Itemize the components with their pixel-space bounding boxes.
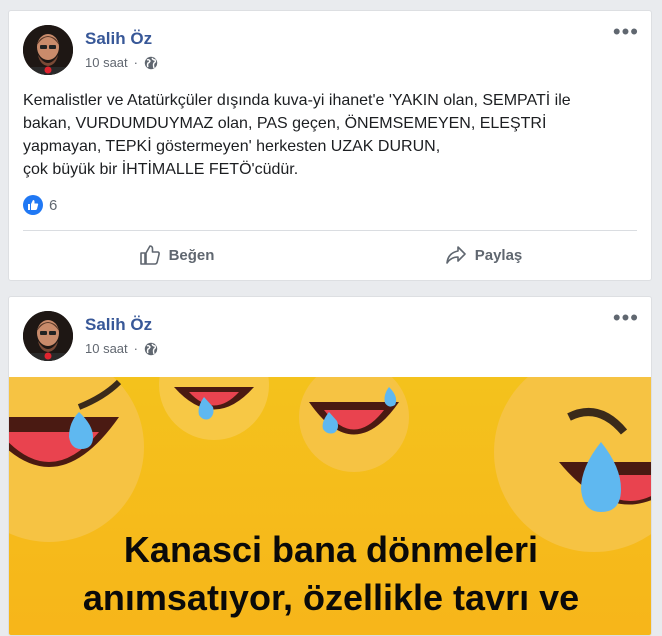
like-button-label: Beğen <box>168 246 215 264</box>
timestamp[interactable]: 10 saat <box>85 55 128 70</box>
more-icon[interactable]: ••• <box>613 307 639 329</box>
author-name[interactable]: Salih Öz <box>85 315 152 335</box>
post-text: Kemalistler ve Atatürkçüler dışında kuva… <box>23 89 633 181</box>
share-icon <box>445 246 466 264</box>
image-caption-line: anımsatıyor, özellikle tavrı ve <box>82 577 580 618</box>
divider <box>23 230 637 231</box>
post-meta: 10 saat · <box>85 55 158 70</box>
author-name[interactable]: Salih Öz <box>85 29 152 49</box>
separator: · <box>133 55 138 70</box>
globe-icon <box>144 342 158 356</box>
like-count: 6 <box>49 196 58 214</box>
post-image[interactable]: Kanasci bana dönmeleri anımsatıyor, özel… <box>9 377 651 635</box>
image-caption-line: Kanasci bana dönmeleri <box>123 529 539 570</box>
thumbs-up-icon <box>139 245 160 265</box>
post-card: Salih Öz 10 saat · ••• Kanasci bana dönm… <box>8 296 652 636</box>
separator: · <box>133 341 138 356</box>
timestamp[interactable]: 10 saat <box>85 341 128 356</box>
reaction-summary[interactable]: 6 <box>23 195 57 215</box>
avatar[interactable] <box>23 311 73 361</box>
action-bar: Beğen Paylaş <box>23 235 637 275</box>
more-icon[interactable]: ••• <box>613 21 639 43</box>
like-button[interactable]: Beğen <box>23 235 330 275</box>
post-text-line: yapmayan, TEPKİ göstermeyen' herkesten U… <box>23 138 441 155</box>
post-meta: 10 saat · <box>85 341 158 356</box>
post-text-line: Kemalistler ve Atatürkçüler dışında kuva… <box>23 92 571 109</box>
share-button[interactable]: Paylaş <box>330 235 637 275</box>
post-text-line: çok büyük bir İHTİMALLE FETÖ'cüdür. <box>23 161 299 178</box>
like-icon <box>23 195 43 215</box>
avatar[interactable] <box>23 25 73 75</box>
share-button-label: Paylaş <box>474 246 523 264</box>
globe-icon <box>144 56 158 70</box>
post-text-line: bakan, VURDUMDUYMAZ olan, PAS geçen, ÖNE… <box>23 115 547 132</box>
post-card: Salih Öz 10 saat · ••• Kemalistler ve At… <box>8 10 652 281</box>
